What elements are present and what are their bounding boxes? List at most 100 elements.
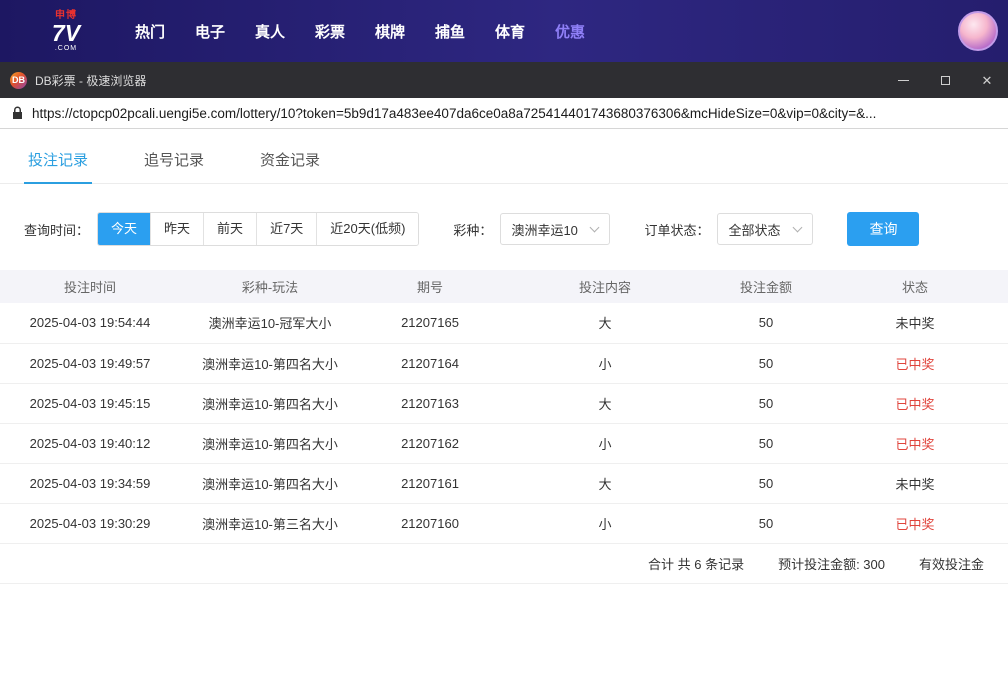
order-status-select[interactable]: 全部状态 [717,213,813,245]
bet-content-cell: 小 [500,343,710,383]
close-icon: ✕ [982,74,993,87]
table-header-row: 投注时间 彩种-玩法 期号 投注内容 投注金额 状态 [0,270,1008,303]
tab-chase-records[interactable]: 追号记录 [140,141,208,183]
nav-item-lottery[interactable]: 彩票 [300,21,360,42]
brand-logo-top: 申博 [38,11,94,21]
game-play-cell: 澳洲幸运10-第四名大小 [180,383,360,423]
summary-row: 合计 共 6 条记录 预计投注金额: 300 有效投注金 [0,544,1008,584]
lottery-filter-label: 彩种： [453,220,492,239]
game-play-cell: 澳洲幸运10-第四名大小 [180,423,360,463]
issue-cell: 21207160 [360,503,500,543]
query-button[interactable]: 查询 [847,212,919,246]
bet-content-cell: 大 [500,463,710,503]
window-controls: ✕ [882,62,1008,98]
issue-cell: 21207165 [360,303,500,343]
summary-expected: 预计投注金额: 300 [778,554,885,573]
time-option-today[interactable]: 今天 [98,213,150,245]
nav-item-slots[interactable]: 电子 [180,21,240,42]
game-play-cell: 澳洲幸运10-冠军大小 [180,303,360,343]
bet-content-cell: 小 [500,423,710,463]
record-tabs: 投注记录 追号记录 资金记录 [0,129,1008,184]
bet-content-cell: 大 [500,303,710,343]
tab-bet-records[interactable]: 投注记录 [24,141,92,184]
bet-time-cell: 2025-04-03 19:30:29 [0,503,180,543]
status-cell: 已中奖 [822,383,1008,423]
table-row: 2025-04-03 19:54:44 澳洲幸运10-冠军大小 21207165… [0,303,1008,343]
bet-content-cell: 大 [500,383,710,423]
main-nav: 热门 电子 真人 彩票 棋牌 捕鱼 体育 优惠 [120,21,600,42]
issue-cell: 21207163 [360,383,500,423]
bet-time-cell: 2025-04-03 19:40:12 [0,423,180,463]
table-row: 2025-04-03 19:45:15 澳洲幸运10-第四名大小 2120716… [0,383,1008,423]
brand-logo-sub: .COM [38,45,94,52]
bet-amount-cell: 50 [710,463,822,503]
window-title: DB彩票 - 极速浏览器 [35,72,146,89]
time-option-yesterday[interactable]: 昨天 [150,213,203,245]
header-status: 状态 [822,270,1008,303]
chevron-down-icon [793,223,803,233]
bet-amount-cell: 50 [710,423,822,463]
time-option-20days[interactable]: 近20天(低频) [316,213,418,245]
bet-amount-cell: 50 [710,343,822,383]
nav-item-cards[interactable]: 棋牌 [360,21,420,42]
maximize-icon [941,76,950,85]
game-play-cell: 澳洲幸运10-第三名大小 [180,503,360,543]
url-text: https://ctopcp02pcali.uengi5e.com/lotter… [32,106,876,121]
summary-valid: 有效投注金 [919,554,984,573]
close-button[interactable]: ✕ [966,62,1008,98]
lottery-select[interactable]: 澳洲幸运10 [500,213,610,245]
app-icon: DB [10,72,27,89]
issue-cell: 21207161 [360,463,500,503]
order-status-value: 全部状态 [728,220,780,239]
bet-time-cell: 2025-04-03 19:45:15 [0,383,180,423]
header-bet-amount: 投注金额 [710,270,822,303]
brand-logo[interactable]: 申博 7V .COM [38,11,94,52]
nav-item-fishing[interactable]: 捕鱼 [420,21,480,42]
table-row: 2025-04-03 19:49:57 澳洲幸运10-第四名大小 2120716… [0,343,1008,383]
user-avatar[interactable] [958,11,998,51]
issue-cell: 21207164 [360,343,500,383]
bet-content-cell: 小 [500,503,710,543]
nav-item-promo[interactable]: 优惠 [540,21,600,42]
issue-cell: 21207162 [360,423,500,463]
time-filter-label: 查询时间： [24,220,89,239]
bet-time-cell: 2025-04-03 19:34:59 [0,463,180,503]
lock-icon [12,106,23,120]
status-cell: 已中奖 [822,503,1008,543]
table-row: 2025-04-03 19:40:12 澳洲幸运10-第四名大小 2120716… [0,423,1008,463]
chevron-down-icon [590,223,600,233]
status-cell: 已中奖 [822,343,1008,383]
header-bet-time: 投注时间 [0,270,180,303]
minimize-button[interactable] [882,62,924,98]
game-play-cell: 澳洲幸运10-第四名大小 [180,463,360,503]
nav-item-sports[interactable]: 体育 [480,21,540,42]
header-issue: 期号 [360,270,500,303]
address-bar[interactable]: https://ctopcp02pcali.uengi5e.com/lotter… [0,98,1008,129]
header-game-play: 彩种-玩法 [180,270,360,303]
bet-time-cell: 2025-04-03 19:49:57 [0,343,180,383]
status-filter-label: 订单状态： [644,220,709,239]
nav-item-live[interactable]: 真人 [240,21,300,42]
browser-titlebar: DB DB彩票 - 极速浏览器 ✕ [0,62,1008,98]
casino-topbar: 申博 7V .COM 热门 电子 真人 彩票 棋牌 捕鱼 体育 优惠 [0,0,1008,62]
table-row: 2025-04-03 19:30:29 澳洲幸运10-第三名大小 2120716… [0,503,1008,543]
status-cell: 已中奖 [822,423,1008,463]
status-cell: 未中奖 [822,303,1008,343]
nav-item-hot[interactable]: 热门 [120,21,180,42]
status-cell: 未中奖 [822,463,1008,503]
brand-logo-main: 7V [38,22,94,45]
time-option-7days[interactable]: 近7天 [256,213,316,245]
table-row: 2025-04-03 19:34:59 澳洲幸运10-第四名大小 2120716… [0,463,1008,503]
bet-amount-cell: 50 [710,503,822,543]
time-option-daybefore[interactable]: 前天 [203,213,256,245]
summary-total: 合计 共 6 条记录 [648,554,744,573]
game-play-cell: 澳洲幸运10-第四名大小 [180,343,360,383]
bet-records-table: 投注时间 彩种-玩法 期号 投注内容 投注金额 状态 2025-04-03 19… [0,270,1008,544]
bet-amount-cell: 50 [710,303,822,343]
maximize-button[interactable] [924,62,966,98]
time-range-group: 今天 昨天 前天 近7天 近20天(低频) [97,212,419,246]
bet-time-cell: 2025-04-03 19:54:44 [0,303,180,343]
tab-fund-records[interactable]: 资金记录 [256,141,324,183]
header-bet-content: 投注内容 [500,270,710,303]
bet-amount-cell: 50 [710,383,822,423]
